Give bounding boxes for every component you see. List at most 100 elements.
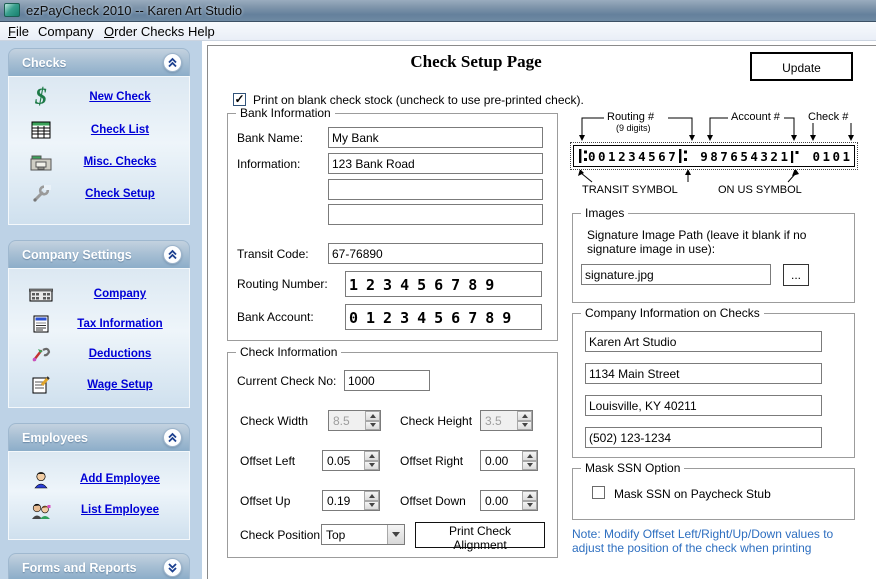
sidebar-item-label[interactable]: New Check	[55, 91, 185, 103]
spinner-down-icon	[365, 421, 380, 431]
signature-path-input[interactable]	[581, 264, 771, 285]
company-name-input[interactable]	[585, 331, 822, 352]
menu-order-checks[interactable]: Order Checks	[104, 24, 184, 39]
spinner-down-icon[interactable]	[522, 501, 537, 511]
blank-stock-checkbox[interactable]: ✓	[233, 93, 246, 106]
menu-company[interactable]: Company	[38, 24, 94, 39]
bank-information-input-1[interactable]	[328, 153, 543, 174]
window-title: ezPayCheck 2010 -- Karen Art Studio	[26, 3, 242, 18]
bank-information-input-3[interactable]	[328, 204, 543, 225]
routing-number-label: Routing Number:	[237, 277, 328, 291]
spinner-up-icon[interactable]	[522, 451, 537, 461]
sidebar-item-misc-checks[interactable]: Misc. Checks	[9, 151, 189, 177]
transit-symbol-icon	[679, 149, 687, 163]
section-title: Employees	[22, 431, 88, 445]
collapse-chevron-icon[interactable]	[163, 245, 182, 264]
sidebar-item-label[interactable]: Misc. Checks	[55, 156, 185, 168]
offset-down-stepper[interactable]: 0.00	[480, 490, 538, 511]
spinner-down-icon[interactable]	[364, 461, 379, 471]
sidebar-item-new-check[interactable]: $ New Check	[9, 86, 189, 112]
bank-name-input[interactable]	[328, 127, 543, 148]
sidebar-item-label[interactable]: List Employee	[55, 504, 185, 516]
sidebar-item-wage-setup[interactable]: Wage Setup	[9, 374, 189, 400]
spinner-up-icon[interactable]	[364, 451, 379, 461]
sidebar-item-tax-information[interactable]: Tax Information	[9, 313, 189, 339]
signature-path-label-line2: signature image in use):	[587, 242, 715, 256]
micr-check-digits: 0101	[812, 149, 852, 164]
sidebar-section-employees-header[interactable]: Employees	[8, 423, 190, 451]
offset-note-line2: adjust the position of the check when pr…	[572, 541, 811, 555]
check-width-label: Check Width	[240, 414, 308, 428]
sidebar-item-label[interactable]: Deductions	[55, 348, 185, 360]
menu-file[interactable]: File	[8, 24, 29, 39]
deductions-icon	[23, 341, 59, 367]
spinner-up-icon	[365, 411, 380, 421]
sidebar-item-label[interactable]: Check List	[55, 124, 185, 136]
offset-left-stepper[interactable]: 0.05	[322, 450, 380, 471]
mask-ssn-checkbox[interactable]	[592, 486, 605, 499]
expand-chevron-icon[interactable]	[163, 558, 182, 577]
dropdown-value: Top	[326, 528, 345, 542]
company-city-input[interactable]	[585, 395, 822, 416]
title-bar: ezPayCheck 2010 -- Karen Art Studio	[0, 0, 876, 22]
spinner-up-icon[interactable]	[364, 491, 379, 501]
check-height-stepper: 3.5	[480, 410, 533, 431]
sidebar-item-label[interactable]: Company	[55, 288, 185, 300]
groupbox-title: Bank Information	[236, 106, 335, 120]
routing-digits-sublabel: (9 digits)	[616, 123, 651, 133]
misc-checks-icon	[23, 149, 59, 175]
transit-code-input[interactable]	[328, 243, 543, 264]
offset-right-stepper[interactable]: 0.00	[480, 450, 538, 471]
sidebar-item-deductions[interactable]: Deductions	[9, 343, 189, 369]
current-check-no-input[interactable]	[344, 370, 430, 391]
bank-name-label: Bank Name:	[237, 131, 303, 145]
browse-button[interactable]: ...	[783, 264, 809, 286]
update-button[interactable]: Update	[750, 52, 853, 81]
sidebar-item-check-setup[interactable]: Check Setup	[9, 183, 189, 209]
company-phone-input[interactable]	[585, 427, 822, 448]
spinner-down-icon	[517, 421, 532, 431]
bank-information-input-2[interactable]	[328, 179, 543, 200]
sidebar-section-checks: $ New Check Check List Misc. Checks Chec…	[8, 76, 190, 225]
collapse-chevron-icon[interactable]	[163, 428, 182, 447]
sidebar-section-employees: Add Employee List Employee	[8, 451, 190, 540]
bank-account-input[interactable]	[345, 304, 542, 330]
spinner-down-icon[interactable]	[522, 461, 537, 471]
offset-down-label: Offset Down	[400, 494, 466, 508]
sidebar-item-label[interactable]: Tax Information	[55, 318, 185, 330]
menu-bar: File Company Order Checks Help	[0, 22, 876, 41]
sidebar-section-checks-header[interactable]: Checks	[8, 48, 190, 76]
sidebar-section-forms-reports-header[interactable]: Forms and Reports	[8, 553, 190, 579]
print-check-alignment-button[interactable]: Print Check Alignment	[415, 522, 545, 548]
add-employee-icon	[23, 466, 59, 492]
sidebar-item-label[interactable]: Check Setup	[55, 188, 185, 200]
sidebar-item-list-employee[interactable]: List Employee	[9, 499, 189, 525]
company-street-input[interactable]	[585, 363, 822, 384]
micr-routing-digits: 001234567	[588, 149, 678, 164]
sidebar-item-label[interactable]: Add Employee	[55, 473, 185, 485]
on-us-symbol-icon	[791, 149, 799, 163]
check-position-dropdown[interactable]: Top	[321, 524, 405, 545]
collapse-chevron-icon[interactable]	[163, 53, 182, 72]
stepper-value: 3.5	[485, 414, 502, 428]
section-title: Checks	[22, 56, 66, 70]
menu-help[interactable]: Help	[188, 24, 215, 39]
groupbox-title: Company Information on Checks	[581, 306, 764, 320]
groupbox-title: Mask SSN Option	[581, 461, 684, 475]
routing-annotation-label: Routing #	[607, 111, 654, 123]
stepper-value: 0.05	[327, 454, 350, 468]
offset-up-stepper[interactable]: 0.19	[322, 490, 380, 511]
offset-up-label: Offset Up	[240, 494, 290, 508]
routing-number-input[interactable]	[345, 271, 542, 297]
app-icon	[4, 3, 20, 17]
sidebar-item-add-employee[interactable]: Add Employee	[9, 468, 189, 494]
check-position-label: Check Position	[240, 528, 320, 542]
sidebar-item-check-list[interactable]: Check List	[9, 119, 189, 145]
sidebar-item-label[interactable]: Wage Setup	[55, 379, 185, 391]
sidebar-item-company[interactable]: Company	[9, 283, 189, 309]
chevron-down-icon[interactable]	[387, 525, 404, 544]
spinner-up-icon[interactable]	[522, 491, 537, 501]
spinner-down-icon[interactable]	[364, 501, 379, 511]
transit-symbol-icon	[579, 149, 587, 163]
sidebar-section-company-settings-header[interactable]: Company Settings	[8, 240, 190, 268]
